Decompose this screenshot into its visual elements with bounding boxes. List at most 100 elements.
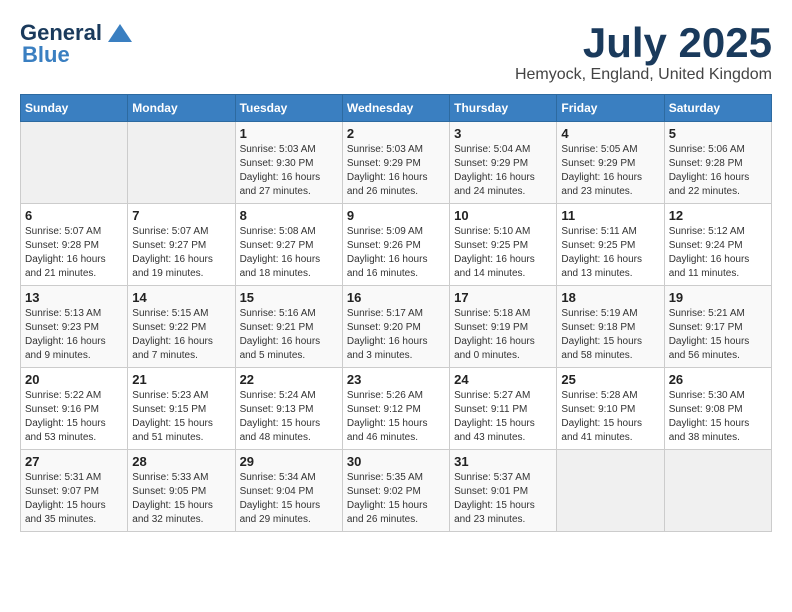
day-number: 17 — [454, 290, 552, 305]
day-number: 26 — [669, 372, 767, 387]
day-info: Sunrise: 5:19 AM Sunset: 9:18 PM Dayligh… — [561, 307, 659, 363]
day-info: Sunrise: 5:11 AM Sunset: 9:25 PM Dayligh… — [561, 225, 659, 281]
day-number: 29 — [240, 454, 338, 469]
day-number: 20 — [25, 372, 123, 387]
day-info: Sunrise: 5:16 AM Sunset: 9:21 PM Dayligh… — [240, 307, 338, 363]
day-info: Sunrise: 5:03 AM Sunset: 9:29 PM Dayligh… — [347, 143, 445, 199]
day-number: 8 — [240, 208, 338, 223]
day-info: Sunrise: 5:23 AM Sunset: 9:15 PM Dayligh… — [132, 389, 230, 445]
day-info: Sunrise: 5:35 AM Sunset: 9:02 PM Dayligh… — [347, 471, 445, 527]
day-number: 14 — [132, 290, 230, 305]
calendar-cell: 31Sunrise: 5:37 AM Sunset: 9:01 PM Dayli… — [450, 450, 557, 532]
day-info: Sunrise: 5:17 AM Sunset: 9:20 PM Dayligh… — [347, 307, 445, 363]
day-number: 28 — [132, 454, 230, 469]
calendar-cell: 5 Sunrise: 5:06 AM Sunset: 9:28 PM Daylig… — [664, 122, 771, 204]
calendar-cell: 1Sunrise: 5:03 AM Sunset: 9:30 PM Daylig… — [235, 122, 342, 204]
calendar-cell: 12 Sunrise: 5:12 AM Sunset: 9:24 PM Dayli… — [664, 204, 771, 286]
calendar-cell: 10 Sunrise: 5:10 AM Sunset: 9:25 PM Dayli… — [450, 204, 557, 286]
logo: General Blue — [20, 20, 134, 68]
day-number: 4 — [561, 126, 659, 141]
day-info: Sunrise: 5:37 AM Sunset: 9:01 PM Dayligh… — [454, 471, 552, 527]
day-info: Sunrise: 5:18 AM Sunset: 9:19 PM Dayligh… — [454, 307, 552, 363]
calendar-cell: 16 Sunrise: 5:17 AM Sunset: 9:20 PM Dayli… — [342, 286, 449, 368]
day-number: 16 — [347, 290, 445, 305]
calendar-cell: 20 Sunrise: 5:22 AM Sunset: 9:16 PM Dayli… — [21, 368, 128, 450]
calendar-cell: 11Sunrise: 5:11 AM Sunset: 9:25 PM Dayli… — [557, 204, 664, 286]
day-info: Sunrise: 5:08 AM Sunset: 9:27 PM Dayligh… — [240, 225, 338, 281]
day-info: Sunrise: 5:24 AM Sunset: 9:13 PM Dayligh… — [240, 389, 338, 445]
day-info: Sunrise: 5:34 AM Sunset: 9:04 PM Dayligh… — [240, 471, 338, 527]
calendar-cell: 4 Sunrise: 5:05 AM Sunset: 9:29 PM Daylig… — [557, 122, 664, 204]
weekday-header: Friday — [557, 95, 664, 122]
calendar-cell: 15Sunrise: 5:16 AM Sunset: 9:21 PM Dayli… — [235, 286, 342, 368]
calendar: SundayMondayTuesdayWednesdayThursdayFrid… — [20, 94, 772, 532]
day-number: 5 — [669, 126, 767, 141]
calendar-cell: 25 Sunrise: 5:28 AM Sunset: 9:10 PM Dayli… — [557, 368, 664, 450]
calendar-cell: 9Sunrise: 5:09 AM Sunset: 9:26 PM Daylig… — [342, 204, 449, 286]
calendar-cell: 28Sunrise: 5:33 AM Sunset: 9:05 PM Dayli… — [128, 450, 235, 532]
calendar-cell: 29 Sunrise: 5:34 AM Sunset: 9:04 PM Dayli… — [235, 450, 342, 532]
day-number: 10 — [454, 208, 552, 223]
calendar-cell: 8 Sunrise: 5:08 AM Sunset: 9:27 PM Daylig… — [235, 204, 342, 286]
day-info: Sunrise: 5:12 AM Sunset: 9:24 PM Dayligh… — [669, 225, 767, 281]
calendar-cell: 7 Sunrise: 5:07 AM Sunset: 9:27 PM Daylig… — [128, 204, 235, 286]
day-info: Sunrise: 5:05 AM Sunset: 9:29 PM Dayligh… — [561, 143, 659, 199]
weekday-header: Thursday — [450, 95, 557, 122]
logo-icon — [106, 22, 134, 44]
calendar-week-row: 6 Sunrise: 5:07 AM Sunset: 9:28 PM Daylig… — [21, 204, 772, 286]
calendar-week-row: 13 Sunrise: 5:13 AM Sunset: 9:23 PM Dayli… — [21, 286, 772, 368]
location-title: Hemyock, England, United Kingdom — [515, 66, 772, 84]
weekday-header: Saturday — [664, 95, 771, 122]
calendar-cell: 2Sunrise: 5:03 AM Sunset: 9:29 PM Daylig… — [342, 122, 449, 204]
calendar-cell: 30 Sunrise: 5:35 AM Sunset: 9:02 PM Dayli… — [342, 450, 449, 532]
calendar-cell: 6 Sunrise: 5:07 AM Sunset: 9:28 PM Daylig… — [21, 204, 128, 286]
month-title: July 2025 — [515, 20, 772, 66]
calendar-week-row: 20 Sunrise: 5:22 AM Sunset: 9:16 PM Dayli… — [21, 368, 772, 450]
day-number: 27 — [25, 454, 123, 469]
calendar-cell: 26 Sunrise: 5:30 AM Sunset: 9:08 PM Dayli… — [664, 368, 771, 450]
calendar-cell: 21 Sunrise: 5:23 AM Sunset: 9:15 PM Dayli… — [128, 368, 235, 450]
weekday-header: Sunday — [21, 95, 128, 122]
day-number: 12 — [669, 208, 767, 223]
calendar-cell: 14Sunrise: 5:15 AM Sunset: 9:22 PM Dayli… — [128, 286, 235, 368]
day-info: Sunrise: 5:04 AM Sunset: 9:29 PM Dayligh… — [454, 143, 552, 199]
calendar-cell — [557, 450, 664, 532]
calendar-cell: 27 Sunrise: 5:31 AM Sunset: 9:07 PM Dayli… — [21, 450, 128, 532]
day-info: Sunrise: 5:26 AM Sunset: 9:12 PM Dayligh… — [347, 389, 445, 445]
calendar-cell: 17 Sunrise: 5:18 AM Sunset: 9:19 PM Dayli… — [450, 286, 557, 368]
day-number: 30 — [347, 454, 445, 469]
calendar-cell — [128, 122, 235, 204]
day-info: Sunrise: 5:28 AM Sunset: 9:10 PM Dayligh… — [561, 389, 659, 445]
day-info: Sunrise: 5:07 AM Sunset: 9:27 PM Dayligh… — [132, 225, 230, 281]
day-number: 7 — [132, 208, 230, 223]
calendar-cell: 24 Sunrise: 5:27 AM Sunset: 9:11 PM Dayli… — [450, 368, 557, 450]
calendar-cell: 22Sunrise: 5:24 AM Sunset: 9:13 PM Dayli… — [235, 368, 342, 450]
day-number: 13 — [25, 290, 123, 305]
day-number: 25 — [561, 372, 659, 387]
calendar-cell — [21, 122, 128, 204]
day-info: Sunrise: 5:13 AM Sunset: 9:23 PM Dayligh… — [25, 307, 123, 363]
day-info: Sunrise: 5:22 AM Sunset: 9:16 PM Dayligh… — [25, 389, 123, 445]
day-number: 23 — [347, 372, 445, 387]
calendar-cell: 19Sunrise: 5:21 AM Sunset: 9:17 PM Dayli… — [664, 286, 771, 368]
header: General Blue July 2025 Hemyock, England,… — [20, 20, 772, 84]
calendar-week-row: 27 Sunrise: 5:31 AM Sunset: 9:07 PM Dayli… — [21, 450, 772, 532]
day-info: Sunrise: 5:09 AM Sunset: 9:26 PM Dayligh… — [347, 225, 445, 281]
weekday-header: Wednesday — [342, 95, 449, 122]
day-number: 19 — [669, 290, 767, 305]
calendar-cell — [664, 450, 771, 532]
day-info: Sunrise: 5:06 AM Sunset: 9:28 PM Dayligh… — [669, 143, 767, 199]
day-number: 21 — [132, 372, 230, 387]
day-info: Sunrise: 5:10 AM Sunset: 9:25 PM Dayligh… — [454, 225, 552, 281]
day-info: Sunrise: 5:30 AM Sunset: 9:08 PM Dayligh… — [669, 389, 767, 445]
calendar-cell: 23 Sunrise: 5:26 AM Sunset: 9:12 PM Dayli… — [342, 368, 449, 450]
calendar-cell: 18 Sunrise: 5:19 AM Sunset: 9:18 PM Dayli… — [557, 286, 664, 368]
calendar-week-row: 1Sunrise: 5:03 AM Sunset: 9:30 PM Daylig… — [21, 122, 772, 204]
day-info: Sunrise: 5:07 AM Sunset: 9:28 PM Dayligh… — [25, 225, 123, 281]
day-number: 6 — [25, 208, 123, 223]
day-number: 24 — [454, 372, 552, 387]
day-info: Sunrise: 5:31 AM Sunset: 9:07 PM Dayligh… — [25, 471, 123, 527]
weekday-header: Tuesday — [235, 95, 342, 122]
day-info: Sunrise: 5:27 AM Sunset: 9:11 PM Dayligh… — [454, 389, 552, 445]
day-number: 18 — [561, 290, 659, 305]
